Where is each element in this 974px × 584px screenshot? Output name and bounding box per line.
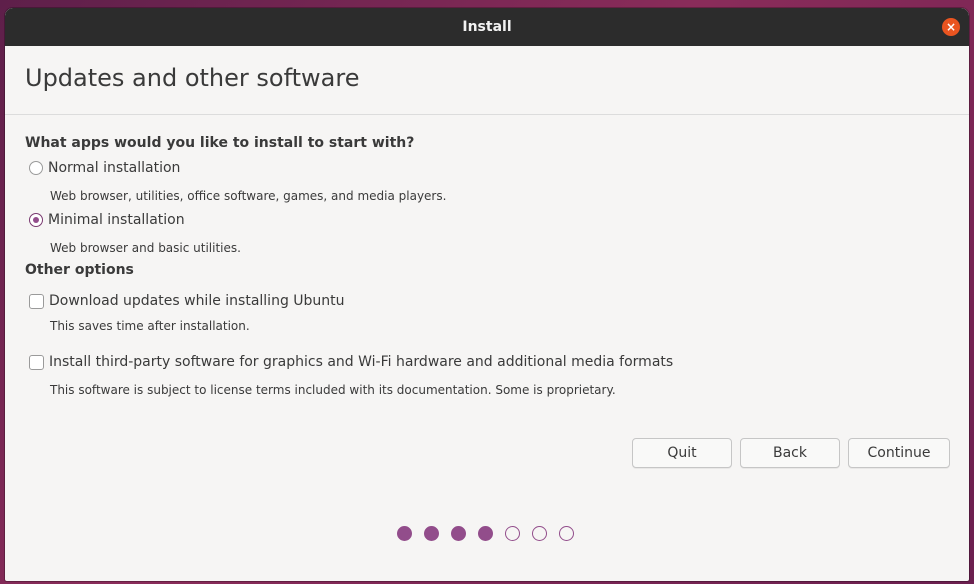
header-divider — [5, 114, 969, 115]
page-title: Updates and other software — [25, 64, 360, 92]
progress-dot-pending — [532, 526, 547, 541]
install-question: What apps would you like to install to s… — [25, 135, 415, 151]
normal-installation-description: Web browser, utilities, office software,… — [50, 189, 447, 203]
close-icon[interactable]: × — [942, 18, 960, 36]
continue-button[interactable]: Continue — [848, 438, 950, 468]
radio-icon[interactable] — [29, 161, 43, 175]
third-party-software-checkbox[interactable]: Install third-party software for graphic… — [29, 354, 673, 370]
checkbox-icon[interactable] — [29, 293, 44, 309]
download-updates-description: This saves time after installation. — [50, 319, 250, 333]
other-options-title: Other options — [25, 262, 134, 278]
normal-installation-radio[interactable]: Normal installation — [29, 160, 180, 176]
checkbox-icon[interactable] — [29, 354, 44, 370]
progress-dot-complete — [478, 526, 493, 541]
download-updates-checkbox[interactable]: Download updates while installing Ubuntu — [29, 293, 345, 309]
back-button[interactable]: Back — [740, 438, 840, 468]
progress-dot-complete — [451, 526, 466, 541]
title-bar: Install × — [5, 8, 969, 46]
third-party-software-label: Install third-party software for graphic… — [49, 354, 674, 370]
progress-dot-pending — [559, 526, 574, 541]
progress-dot-complete — [424, 526, 439, 541]
normal-installation-label: Normal installation — [48, 160, 181, 176]
minimal-installation-label: Minimal installation — [48, 212, 185, 228]
download-updates-label: Download updates while installing Ubuntu — [49, 293, 345, 309]
window-title: Install — [462, 19, 512, 35]
third-party-software-description: This software is subject to license term… — [50, 383, 616, 397]
radio-selected-icon[interactable] — [29, 213, 43, 227]
progress-indicator — [397, 526, 586, 541]
installer-window: Install × Updates and other software Wha… — [5, 8, 969, 581]
quit-button[interactable]: Quit — [632, 438, 732, 468]
minimal-installation-radio[interactable]: Minimal installation — [29, 212, 185, 228]
progress-dot-pending — [505, 526, 520, 541]
minimal-installation-description: Web browser and basic utilities. — [50, 241, 241, 255]
progress-dot-complete — [397, 526, 412, 541]
